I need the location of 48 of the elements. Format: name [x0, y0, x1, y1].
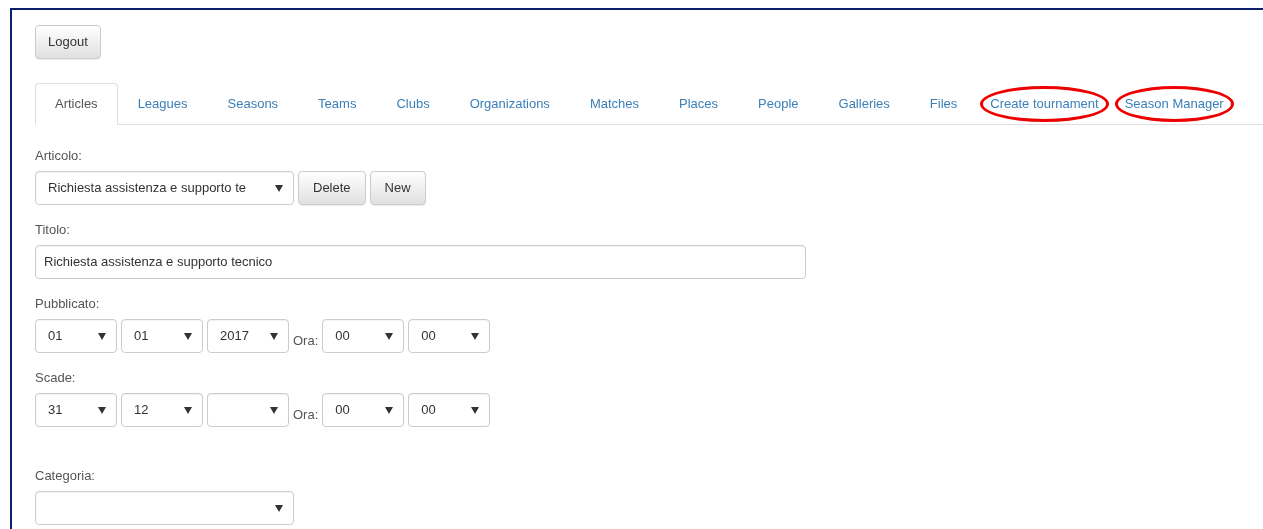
field-label: Titolo:: [35, 221, 71, 239]
dropdown-caret-icon: [98, 406, 106, 414]
dropdown-field[interactable]: Richiesta assistenza e supporto te: [35, 171, 294, 205]
tab[interactable]: Clubs: [376, 83, 450, 125]
field-label: Articolo:: [35, 147, 83, 165]
tab[interactable]: Galleries: [818, 83, 910, 125]
field-label: Categoria:: [35, 467, 96, 485]
dropdown-caret-icon: [270, 332, 278, 340]
dropdown-caret-icon: [270, 406, 278, 414]
dropdown-field[interactable]: 31: [35, 393, 117, 427]
dropdown-field[interactable]: 01: [35, 319, 117, 353]
text-field[interactable]: Richiesta assistenza e supporto tecnico: [35, 245, 806, 279]
dropdown-field[interactable]: [207, 393, 289, 427]
tab[interactable]: People: [738, 83, 819, 125]
dropdown-caret-icon: [184, 406, 192, 414]
time-label: Ora:: [293, 331, 319, 350]
dropdown-field[interactable]: 00: [322, 393, 405, 427]
time-label: Ora:: [293, 405, 319, 424]
tab[interactable]: Articles: [35, 83, 118, 125]
dropdown-caret-icon: [385, 406, 394, 414]
dropdown-caret-icon: [471, 332, 480, 340]
tab[interactable]: Teams: [298, 83, 377, 125]
tab[interactable]: Season Manager: [1111, 83, 1237, 125]
dropdown-caret-icon: [184, 332, 192, 340]
dropdown-field[interactable]: 12: [121, 393, 203, 427]
dropdown-caret-icon: [385, 332, 394, 340]
tab[interactable]: Files: [909, 83, 978, 125]
tab[interactable]: Matches: [569, 83, 659, 125]
dropdown-caret-icon: [275, 504, 283, 512]
dropdown-field[interactable]: 00: [408, 319, 491, 353]
field-label: Scade:: [35, 369, 77, 387]
dropdown-field[interactable]: 00: [322, 319, 405, 353]
tab[interactable]: Places: [659, 83, 739, 125]
tab[interactable]: Create tournament: [977, 83, 1112, 125]
dropdown-field[interactable]: [35, 491, 294, 525]
dropdown-field[interactable]: 2017: [207, 319, 289, 353]
dropdown-field[interactable]: 00: [408, 393, 491, 427]
tab[interactable]: Organizations: [449, 83, 570, 125]
dropdown-caret-icon: [98, 332, 106, 340]
action-button[interactable]: Delete: [298, 171, 366, 205]
tab[interactable]: Leagues: [117, 83, 208, 125]
dropdown-field[interactable]: 01: [121, 319, 203, 353]
tab[interactable]: Seasons: [207, 83, 299, 125]
action-button[interactable]: New: [369, 171, 426, 205]
logout-button[interactable]: Logout: [35, 25, 101, 59]
field-label: Pubblicato:: [35, 295, 101, 313]
dropdown-caret-icon: [275, 184, 283, 192]
dropdown-caret-icon: [471, 406, 480, 414]
